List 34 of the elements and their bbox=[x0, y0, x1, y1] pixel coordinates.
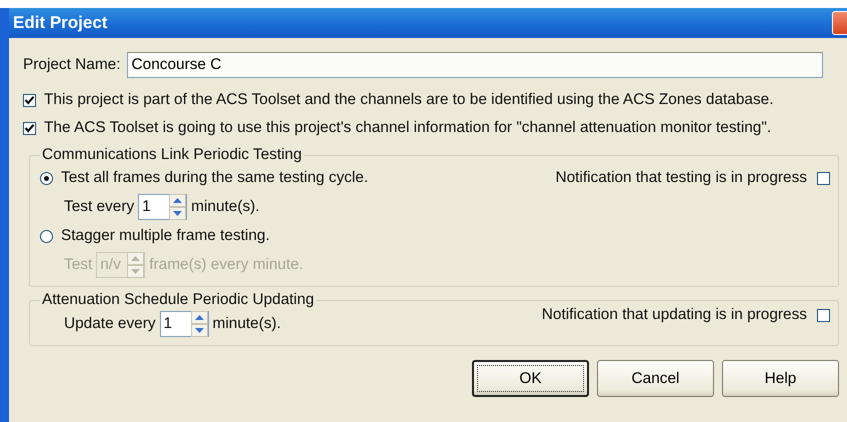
group-title: Attenuation Schedule Periodic Updating bbox=[41, 291, 316, 309]
spin-field[interactable]: 1 bbox=[160, 311, 209, 337]
checkbox-label: This project is part of the ACS Toolset and the channels are to be identified using the ACS Zones database. bbox=[44, 91, 774, 109]
field-label: Test every bbox=[64, 198, 134, 216]
field-label: Project Name: bbox=[23, 56, 121, 74]
close-icon[interactable] bbox=[832, 11, 847, 35]
spin-arrows-icon[interactable] bbox=[190, 311, 208, 337]
window-title: Edit Project bbox=[13, 13, 108, 33]
checkbox[interactable] bbox=[23, 94, 36, 106]
radio-button[interactable] bbox=[40, 172, 53, 184]
checkbox-label: The ACS Toolset is going to use this project's channel information for "channel attenuation monitor testing". bbox=[44, 119, 772, 137]
unit-label: minute(s). bbox=[212, 315, 281, 333]
dialog-button[interactable]: OK bbox=[472, 360, 589, 397]
checkbox-label: Notification that testing is in progress bbox=[555, 169, 807, 187]
dialog-button[interactable]: Help bbox=[722, 360, 839, 397]
checkbox[interactable] bbox=[817, 172, 830, 184]
spin-value: n/v bbox=[99, 255, 122, 275]
field-label: Test bbox=[64, 256, 92, 274]
dialog-button[interactable]: Cancel bbox=[597, 360, 714, 397]
checkbox[interactable] bbox=[817, 308, 830, 322]
spin-field[interactable]: 1 bbox=[138, 194, 188, 220]
unit-label: minute(s). bbox=[191, 198, 260, 216]
checkbox-label: Notification that updating is in progress bbox=[542, 306, 807, 324]
project-name-field[interactable]: Concourse C bbox=[126, 52, 823, 78]
radio-button[interactable] bbox=[40, 230, 53, 242]
group-title: Communications Link Periodic Testing bbox=[41, 146, 303, 164]
spin-value: 1 bbox=[141, 197, 152, 217]
checkbox[interactable] bbox=[23, 122, 36, 134]
radio-label: Test all frames during the same testing cycle. bbox=[61, 169, 368, 187]
radio-label: Stagger multiple frame testing. bbox=[61, 227, 270, 245]
unit-label: frame(s) every minute. bbox=[149, 256, 304, 274]
spin-arrows-icon[interactable] bbox=[169, 194, 186, 220]
field-label: Update every bbox=[64, 315, 156, 333]
spin-value: 1 bbox=[162, 314, 174, 334]
